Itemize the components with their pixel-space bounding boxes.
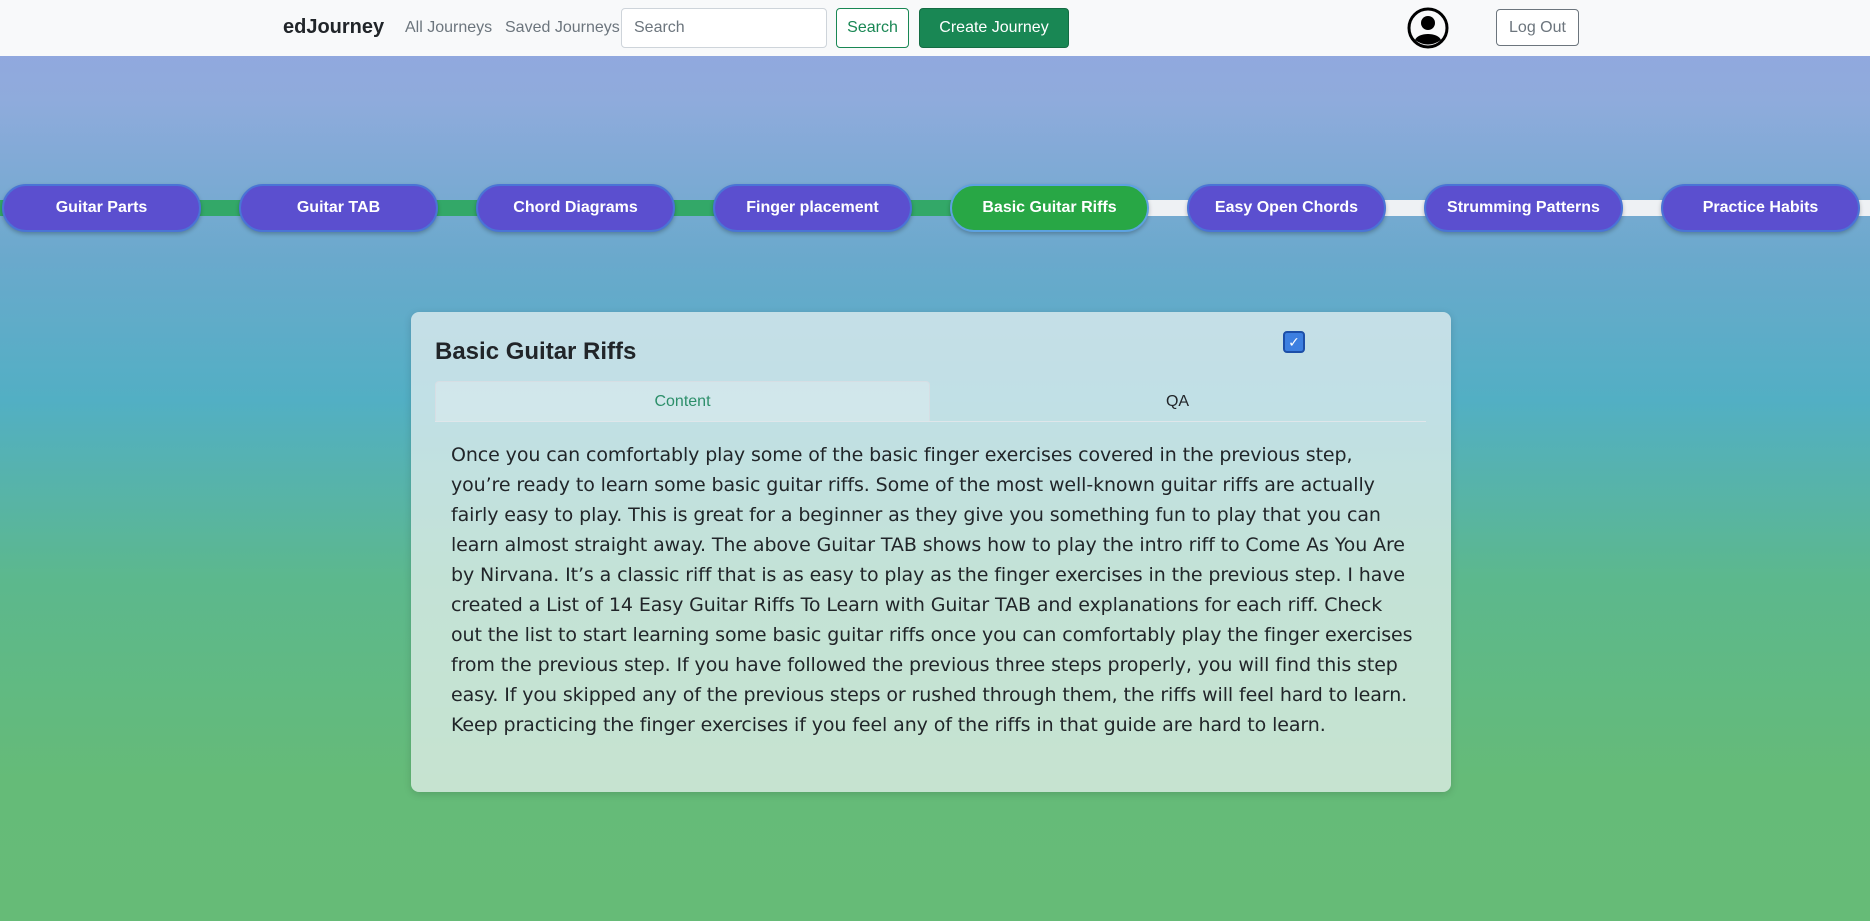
card-title: Basic Guitar Riffs: [435, 338, 637, 365]
nav-saved-journeys[interactable]: Saved Journeys: [505, 19, 620, 37]
create-journey-button[interactable]: Create Journey: [919, 8, 1069, 48]
search-input[interactable]: [621, 8, 827, 48]
user-avatar-icon[interactable]: [1407, 7, 1449, 49]
top-navbar: edJourney All Journeys Saved Journeys Se…: [0, 0, 1870, 56]
step-chord-diagrams[interactable]: Chord Diagrams: [476, 184, 675, 232]
step-basic-guitar-riffs[interactable]: Basic Guitar Riffs: [950, 184, 1149, 232]
brand-logo[interactable]: edJourney: [283, 16, 384, 39]
checkmark-icon: ✓: [1288, 333, 1300, 350]
completed-checkbox[interactable]: ✓: [1283, 331, 1305, 353]
step-easy-open-chords[interactable]: Easy Open Chords: [1187, 184, 1386, 232]
nav-all-journeys[interactable]: All Journeys: [405, 19, 492, 37]
content-text: Once you can comfortably play some of th…: [451, 444, 1413, 736]
tab-content[interactable]: Content: [435, 381, 930, 422]
tab-qa[interactable]: QA: [930, 381, 1425, 422]
logout-button[interactable]: Log Out: [1496, 9, 1579, 46]
tab-divider: [435, 421, 1426, 422]
step-guitar-tab[interactable]: Guitar TAB: [239, 184, 438, 232]
step-strumming-patterns[interactable]: Strumming Patterns: [1424, 184, 1623, 232]
step-practice-habits[interactable]: Practice Habits: [1661, 184, 1860, 232]
step-guitar-parts[interactable]: Guitar Parts: [2, 184, 201, 232]
step-detail-card: Basic Guitar Riffs ✓ Content QA Once you…: [411, 312, 1451, 792]
search-button[interactable]: Search: [836, 8, 909, 48]
step-finger-placement[interactable]: Finger placement: [713, 184, 912, 232]
